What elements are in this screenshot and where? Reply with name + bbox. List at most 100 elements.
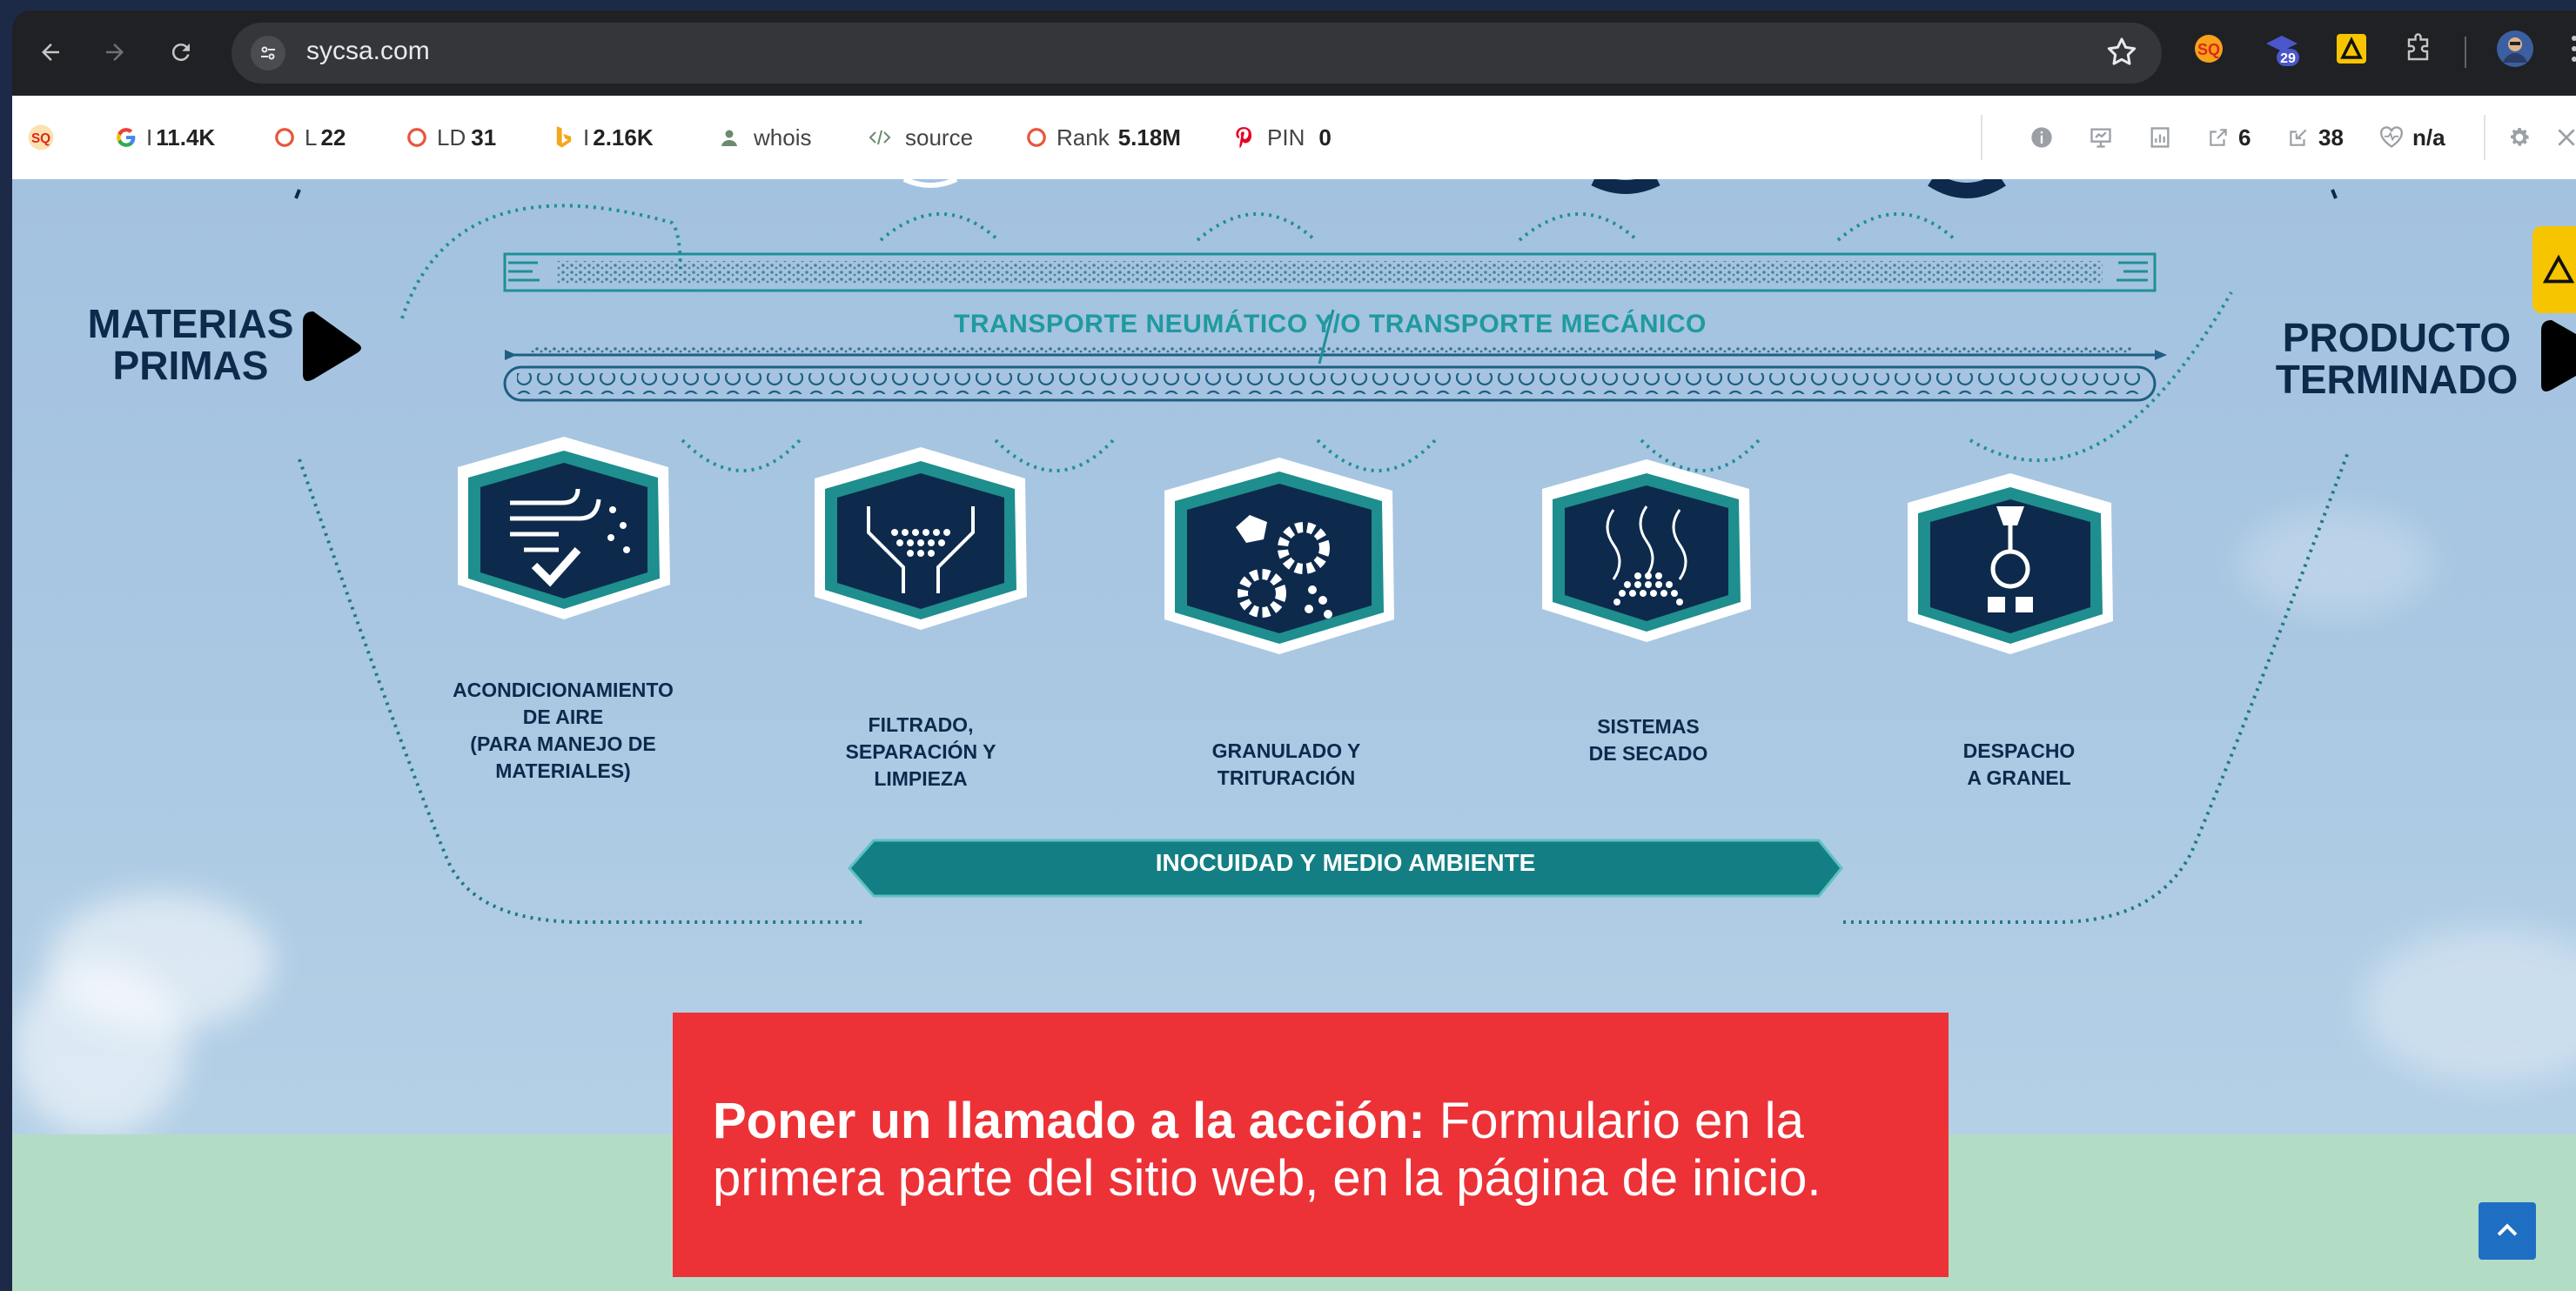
bing-index-metric[interactable]: I 2.16K <box>553 96 654 179</box>
svg-text:SQ: SQ <box>31 131 50 146</box>
hex-step-2 <box>815 447 1027 630</box>
back-button[interactable] <box>30 31 71 73</box>
google-index-prefix: I <box>146 124 153 151</box>
step-1-line-4: MATERIALES) <box>495 759 631 782</box>
ld-prefix: LD <box>437 124 466 151</box>
step-label-granulate: GRANULADO Y TRITURACIÓN <box>1173 738 1399 792</box>
google-index-metric[interactable]: I 11.4K <box>115 96 215 179</box>
banner-text: INOCUIDAD Y MEDIO AMBIENTE <box>1155 849 1536 876</box>
external-link-icon <box>2210 129 2227 146</box>
heart-pulse-icon <box>2380 126 2403 148</box>
source-link[interactable]: source <box>869 96 973 179</box>
right-label-line-2: TERMINADO <box>2275 357 2519 402</box>
step-4-line-2: DE SECADO <box>1588 742 1708 765</box>
report-icon[interactable] <box>2148 96 2172 179</box>
extension-badge: 29 <box>2280 51 2296 66</box>
step-label-drying: SISTEMAS DE SECADO <box>1535 713 1761 767</box>
links-value: 22 <box>320 124 346 151</box>
hex-step-4 <box>1542 459 1751 642</box>
semrush-circle-icon <box>1027 128 1046 147</box>
toolbar-separator <box>1981 115 1982 160</box>
health-metric[interactable]: n/a <box>2379 96 2445 179</box>
left-label-line-2: PRIMAS <box>112 343 269 388</box>
profile-avatar[interactable] <box>2494 28 2536 70</box>
ld-value: 31 <box>471 124 497 151</box>
site-settings-icon[interactable] <box>251 36 285 70</box>
external-links-value: 6 <box>2238 124 2251 151</box>
rank-label: Rank <box>1057 124 1110 151</box>
bing-prefix: I <box>583 124 590 151</box>
hex-step-5 <box>1908 473 2113 654</box>
transport-label: TRANSPORTE NEUMÁTICO Y/O TRANSPORTE MECÁ… <box>954 310 1707 338</box>
toolbar-separator <box>2484 115 2485 160</box>
settings-gear-icon[interactable] <box>2506 96 2532 179</box>
back-arrow-icon <box>42 43 59 61</box>
step-5-line-1: DESPACHO <box>1962 739 2076 762</box>
warning-triangle-icon <box>2543 254 2574 284</box>
health-value: n/a <box>2412 124 2445 151</box>
semrush-circle-icon <box>275 128 294 147</box>
external-links-metric[interactable]: 6 <box>2207 96 2251 179</box>
step-1-line-2: DE AIRE <box>522 706 604 728</box>
reload-button[interactable] <box>160 31 202 73</box>
step-4-line-1: SISTEMAS <box>1597 715 1700 738</box>
step-1-line-3: (PARA MANEJO DE <box>470 732 656 755</box>
browser-menu-icon[interactable] <box>2553 28 2576 70</box>
cta-bold-text: Poner un llamado a la acción: <box>713 1093 1426 1149</box>
step-5-line-2: A GRANEL <box>1967 766 2071 789</box>
bookmark-star-icon[interactable] <box>2104 35 2139 74</box>
presentation-icon[interactable] <box>2089 96 2113 179</box>
forward-button[interactable] <box>94 31 136 73</box>
internal-link-icon <box>2290 129 2307 146</box>
side-widget-tab[interactable] <box>2532 226 2576 313</box>
rank-value: 5.18M <box>1117 124 1181 151</box>
browser-chrome: sycsa.com SQ 29 <box>12 10 2576 96</box>
toolbar-divider <box>2465 37 2466 68</box>
step-label-air: ACONDICIONAMIENTO DE AIRE (PARA MANEJO D… <box>437 677 689 785</box>
links-metric[interactable]: L 22 <box>273 96 345 179</box>
info-icon[interactable] <box>2029 96 2054 179</box>
person-icon <box>721 130 737 146</box>
internal-links-metric[interactable]: 38 <box>2287 96 2344 179</box>
close-icon[interactable] <box>2555 96 2576 179</box>
browser-window: sycsa.com SQ 29 SQ I 11.4K L 22 LD 31 I … <box>12 10 2576 1291</box>
source-label: source <box>905 124 974 151</box>
whois-label: whois <box>754 124 812 151</box>
whois-link[interactable]: whois <box>719 96 811 179</box>
right-label-line-1: PRODUCTO <box>2282 315 2512 360</box>
bing-index-value: 2.16K <box>593 124 654 151</box>
scroll-to-top-button[interactable] <box>2479 1202 2536 1260</box>
safety-environment-banner: INOCUIDAD Y MEDIO AMBIENTE <box>849 837 1841 896</box>
url-text[interactable]: sycsa.com <box>306 37 430 66</box>
pinterest-metric[interactable]: PIN 0 <box>1234 96 1332 179</box>
linking-domains-metric[interactable]: LD 31 <box>406 96 496 179</box>
bing-icon <box>556 126 572 148</box>
address-bar[interactable]: sycsa.com <box>231 23 2162 84</box>
call-to-action-box: Poner un llamado a la acción: Formulario… <box>673 1013 1949 1277</box>
raw-materials-label: MATERIAS PRIMAS <box>73 303 308 386</box>
step-1-line-1: ACONDICIONAMIENTO <box>453 679 674 701</box>
step-3-line-2: TRITURACIÓN <box>1217 766 1356 789</box>
svg-text:SQ: SQ <box>2197 41 2220 58</box>
google-icon <box>117 128 136 147</box>
rank-metric[interactable]: Rank 5.18M <box>1025 96 1181 179</box>
step-label-dispatch: DESPACHO A GRANEL <box>1906 738 2132 792</box>
pin-label: PIN <box>1267 124 1305 151</box>
finished-product-label: PRODUCTO TERMINADO <box>2249 317 2545 400</box>
yellow-extension-icon[interactable] <box>2331 28 2372 70</box>
extensions-puzzle-icon[interactable] <box>2398 28 2440 70</box>
left-label-line-1: MATERIAS <box>87 301 294 346</box>
chevron-up-icon <box>2497 1223 2518 1236</box>
step-3-line-1: GRANULADO Y <box>1211 739 1361 762</box>
semrush-circle-icon <box>407 128 426 147</box>
internal-links-value: 38 <box>2318 124 2344 151</box>
step-2-line-1: FILTRADO, <box>868 713 974 736</box>
cta-text: Poner un llamado a la acción: Formulario… <box>713 1093 1914 1207</box>
seoquake-logo-icon[interactable]: SQ <box>26 96 56 179</box>
pin-value: 0 <box>1318 124 1332 151</box>
graduation-extension-icon[interactable]: 29 <box>2261 28 2303 70</box>
seoquake-extension-icon[interactable]: SQ <box>2188 28 2230 70</box>
forward-arrow-icon <box>106 43 124 61</box>
hex-step-1 <box>458 437 670 619</box>
code-icon <box>869 130 891 145</box>
